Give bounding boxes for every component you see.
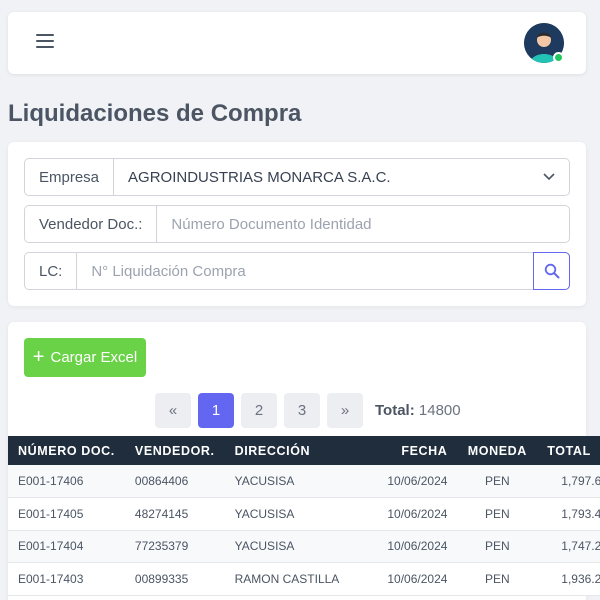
table-row[interactable]: E001-17406 00864406 YACUSISA 10/06/2024 … bbox=[8, 465, 600, 498]
cell-moneda: PEN bbox=[457, 497, 538, 531]
empresa-select[interactable]: Empresa AGROINDUSTRIAS MONARCA S.A.C. bbox=[24, 158, 570, 196]
total-value: 14800 bbox=[418, 402, 461, 419]
cell-direccion: YACUSISA bbox=[224, 497, 371, 531]
column-header-vendedor[interactable]: VENDEDOR. bbox=[125, 436, 225, 465]
cell-total: 1,793.40 bbox=[537, 497, 600, 531]
column-header-direccion[interactable]: DIRECCIÓN bbox=[225, 436, 371, 465]
table-row[interactable]: E001-17404 77235379 YACUSISA 10/06/2024 … bbox=[8, 530, 600, 563]
cell-direccion: YACUSISA bbox=[224, 465, 371, 498]
pagination-page-2[interactable]: 2 bbox=[241, 393, 277, 428]
column-header-moneda[interactable]: MONEDA bbox=[457, 436, 537, 465]
cell-fecha: 10/06/2024 bbox=[370, 562, 458, 596]
cell-numero: E001-17403 bbox=[8, 562, 125, 596]
vendedor-field: Vendedor Doc.: bbox=[24, 205, 570, 243]
cell-moneda: PEN bbox=[457, 465, 538, 498]
chevron-down-icon[interactable] bbox=[529, 159, 569, 195]
cell-numero: E001-17404 bbox=[8, 530, 125, 563]
top-navbar bbox=[8, 12, 586, 74]
cell-vendedor: 00864406 bbox=[124, 465, 225, 498]
pagination-page-3[interactable]: 3 bbox=[284, 393, 320, 428]
lc-field: LC: bbox=[24, 252, 570, 290]
vendedor-label: Vendedor Doc.: bbox=[25, 206, 158, 242]
filters-card: Empresa AGROINDUSTRIAS MONARCA S.A.C. Ve… bbox=[8, 142, 586, 306]
lc-label: LC: bbox=[25, 253, 78, 289]
cell-moneda: PEN bbox=[457, 530, 538, 563]
online-status-badge bbox=[553, 52, 564, 63]
search-button[interactable] bbox=[533, 252, 570, 290]
table-row[interactable]: E001-17405 48274145 YACUSISA 10/06/2024 … bbox=[8, 497, 600, 531]
cell-moneda: PEN bbox=[457, 562, 538, 596]
cell-numero: E001-17406 bbox=[8, 465, 125, 498]
cell-vendedor: 00899335 bbox=[124, 562, 225, 596]
pagination-first-button[interactable]: « bbox=[155, 393, 191, 428]
cargar-excel-label: Cargar Excel bbox=[50, 349, 138, 366]
column-header-total[interactable]: TOTAL bbox=[537, 436, 600, 465]
cell-direccion: RAMON CASTILLA bbox=[224, 562, 371, 596]
cargar-excel-button[interactable]: + Cargar Excel bbox=[24, 338, 146, 377]
cell-direccion: YACUSISA bbox=[224, 530, 371, 563]
liquidaciones-table: NÚMERO DOC. VENDEDOR. DIRECCIÓN FECHA MO… bbox=[8, 436, 600, 596]
lc-input[interactable] bbox=[77, 253, 533, 289]
empresa-label: Empresa bbox=[25, 159, 115, 195]
cell-fecha: 10/06/2024 bbox=[370, 465, 458, 498]
pagination: « 1 2 3 » Total: 14800 bbox=[155, 393, 461, 428]
plus-icon: + bbox=[32, 345, 45, 368]
cell-fecha: 10/06/2024 bbox=[370, 530, 458, 563]
total-count: Total: 14800 bbox=[375, 402, 461, 419]
cell-total: 1,936.20 bbox=[537, 562, 600, 596]
pagination-last-button[interactable]: » bbox=[327, 393, 363, 428]
cell-total: 1,747.20 bbox=[537, 530, 600, 563]
pagination-page-1[interactable]: 1 bbox=[198, 393, 234, 428]
page-title: Liquidaciones de Compra bbox=[8, 100, 302, 127]
column-header-fecha[interactable]: FECHA bbox=[371, 436, 458, 465]
total-label: Total: bbox=[375, 402, 415, 419]
column-header-numero[interactable]: NÚMERO DOC. bbox=[8, 436, 125, 465]
cell-total: 1,797.60 bbox=[537, 465, 600, 498]
cell-vendedor: 77235379 bbox=[124, 530, 225, 563]
cell-numero: E001-17405 bbox=[8, 497, 125, 531]
empresa-value[interactable]: AGROINDUSTRIAS MONARCA S.A.C. bbox=[114, 159, 529, 195]
hamburger-icon[interactable] bbox=[36, 34, 54, 50]
cell-vendedor: 48274145 bbox=[124, 497, 225, 531]
table-row[interactable]: E001-17403 00899335 RAMON CASTILLA 10/06… bbox=[8, 562, 600, 596]
table-header-row: NÚMERO DOC. VENDEDOR. DIRECCIÓN FECHA MO… bbox=[8, 436, 600, 465]
cell-fecha: 10/06/2024 bbox=[370, 497, 458, 531]
vendedor-input[interactable] bbox=[157, 206, 569, 242]
search-icon bbox=[544, 263, 559, 279]
